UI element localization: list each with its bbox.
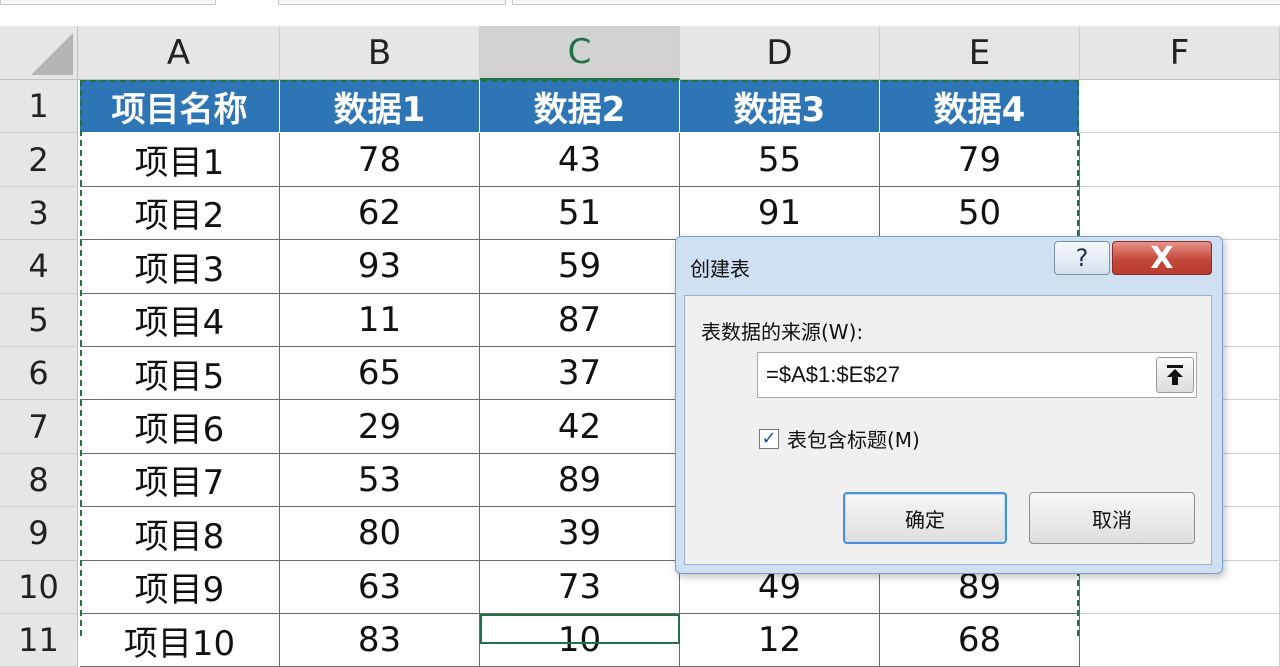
cell-c8[interactable]: 89 bbox=[480, 453, 680, 508]
row-header-1[interactable]: 1 bbox=[0, 80, 78, 134]
ok-button[interactable]: 确定 bbox=[843, 492, 1007, 544]
cell-c5[interactable]: 87 bbox=[480, 293, 680, 347]
has-headers-checkbox[interactable]: ✓ bbox=[759, 428, 779, 449]
dialog-title: 创建表 bbox=[690, 257, 750, 281]
cell-c1[interactable]: 数据2 bbox=[480, 80, 680, 134]
cell-b1[interactable]: 数据1 bbox=[280, 80, 480, 134]
cell-b6[interactable]: 65 bbox=[280, 347, 480, 401]
cell-c3[interactable]: 51 bbox=[480, 186, 680, 241]
cell-a5[interactable]: 项目4 bbox=[80, 293, 280, 347]
cell-c7[interactable]: 42 bbox=[480, 400, 680, 454]
help-button[interactable]: ? bbox=[1054, 241, 1110, 275]
cell-a11[interactable]: 项目10 bbox=[80, 614, 280, 667]
cell-f11[interactable] bbox=[1080, 614, 1280, 667]
row-header-6[interactable]: 6 bbox=[0, 347, 78, 401]
row-header-8[interactable]: 8 bbox=[0, 453, 78, 508]
close-button[interactable]: X bbox=[1112, 241, 1212, 276]
cell-c2[interactable]: 43 bbox=[480, 133, 680, 187]
cell-d1[interactable]: 数据3 bbox=[680, 80, 880, 134]
cell-b7[interactable]: 29 bbox=[280, 400, 480, 454]
select-all-corner[interactable] bbox=[0, 26, 78, 80]
cell-f1[interactable] bbox=[1080, 80, 1280, 134]
cell-b8[interactable]: 53 bbox=[280, 453, 480, 508]
cell-e11[interactable]: 68 bbox=[880, 614, 1080, 667]
cell-f3[interactable] bbox=[1080, 186, 1280, 241]
cell-a6[interactable]: 项目5 bbox=[80, 347, 280, 401]
collapse-dialog-button[interactable] bbox=[1156, 357, 1194, 393]
cell-d2[interactable]: 55 bbox=[680, 133, 880, 187]
cell-e2[interactable]: 79 bbox=[880, 133, 1080, 187]
formula-bar-edge bbox=[512, 0, 1280, 5]
cell-c9[interactable]: 39 bbox=[480, 507, 680, 561]
row-header-3[interactable]: 3 bbox=[0, 186, 78, 241]
cell-c4[interactable]: 59 bbox=[480, 240, 680, 294]
column-header-b[interactable]: B bbox=[280, 26, 480, 80]
source-label: 表数据的来源(W): bbox=[701, 320, 864, 344]
name-box-edge bbox=[0, 0, 216, 5]
has-headers-label: 表包含标题(M) bbox=[787, 428, 920, 452]
cell-b11[interactable]: 83 bbox=[280, 614, 480, 667]
column-header-f[interactable]: F bbox=[1080, 26, 1280, 80]
cell-d11[interactable]: 12 bbox=[680, 614, 880, 667]
select-all-triangle bbox=[31, 33, 73, 75]
cell-a10[interactable]: 项目9 bbox=[80, 560, 280, 614]
cell-b10[interactable]: 63 bbox=[280, 560, 480, 614]
cell-a4[interactable]: 项目3 bbox=[80, 240, 280, 294]
row-header-10[interactable]: 10 bbox=[0, 560, 78, 614]
dialog-body: 表数据的来源(W): ✓ 表包含标题(M) 确定 取消 bbox=[684, 295, 1212, 565]
cell-a2[interactable]: 项目1 bbox=[80, 133, 280, 187]
has-headers-row[interactable]: ✓ 表包含标题(M) bbox=[759, 424, 920, 453]
column-header-d[interactable]: D bbox=[680, 26, 880, 80]
cell-d3[interactable]: 91 bbox=[680, 186, 880, 241]
cell-a1[interactable]: 项目名称 bbox=[80, 80, 280, 134]
range-field[interactable] bbox=[757, 352, 1197, 398]
toolbar-edge bbox=[278, 0, 506, 5]
cell-f2[interactable] bbox=[1080, 133, 1280, 187]
cell-b9[interactable]: 80 bbox=[280, 507, 480, 561]
cell-a7[interactable]: 项目6 bbox=[80, 400, 280, 454]
cell-e3[interactable]: 50 bbox=[880, 186, 1080, 241]
column-header-c[interactable]: C bbox=[480, 26, 680, 80]
row-header-2[interactable]: 2 bbox=[0, 133, 78, 187]
column-header-a[interactable]: A bbox=[78, 26, 280, 80]
row-header-7[interactable]: 7 bbox=[0, 400, 78, 454]
cell-b4[interactable]: 93 bbox=[280, 240, 480, 294]
cell-b2[interactable]: 78 bbox=[280, 133, 480, 187]
row-header-11[interactable]: 11 bbox=[0, 614, 78, 667]
row-header-9[interactable]: 9 bbox=[0, 507, 78, 561]
row-header-4[interactable]: 4 bbox=[0, 240, 78, 294]
cell-c10[interactable]: 73 bbox=[480, 560, 680, 614]
cell-a3[interactable]: 项目2 bbox=[80, 186, 280, 241]
upload-arrow-icon bbox=[1167, 365, 1183, 385]
cell-c11[interactable]: 10 bbox=[480, 614, 680, 667]
column-header-e[interactable]: E bbox=[880, 26, 1080, 80]
cell-b3[interactable]: 62 bbox=[280, 186, 480, 241]
ribbon-edge bbox=[0, 0, 1280, 26]
range-input[interactable] bbox=[764, 359, 1148, 391]
cell-a8[interactable]: 项目7 bbox=[80, 453, 280, 508]
cell-c6[interactable]: 37 bbox=[480, 347, 680, 401]
row-header-5[interactable]: 5 bbox=[0, 293, 78, 347]
cancel-button[interactable]: 取消 bbox=[1029, 492, 1195, 544]
cell-b5[interactable]: 11 bbox=[280, 293, 480, 347]
cell-a9[interactable]: 项目8 bbox=[80, 507, 280, 561]
create-table-dialog: 创建表 ? X 表数据的来源(W): ✓ 表包含标题(M) 确定 取消 bbox=[675, 236, 1223, 574]
cell-e1[interactable]: 数据4 bbox=[880, 80, 1080, 134]
